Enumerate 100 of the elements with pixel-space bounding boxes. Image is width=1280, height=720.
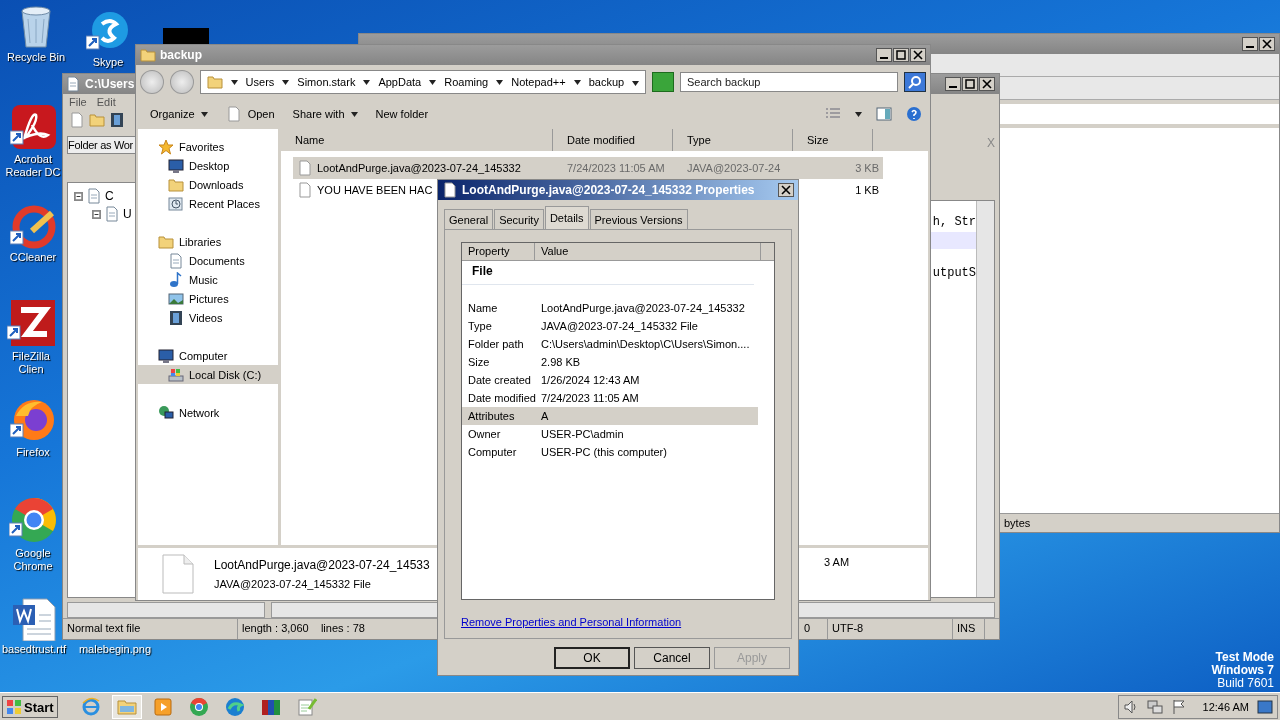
property-row[interactable]: Size 2.98 KB — [462, 353, 758, 371]
scrollbar[interactable] — [976, 201, 994, 597]
tree-item[interactable]: C — [105, 189, 114, 203]
toolbar-button[interactable]: Organize — [144, 106, 214, 122]
toolbar-button[interactable]: Open — [219, 104, 281, 124]
column-header[interactable]: Date modified — [553, 129, 673, 151]
nav-item[interactable]: Pictures — [138, 289, 278, 308]
caret-icon — [855, 111, 862, 117]
scrollbar[interactable] — [67, 602, 265, 618]
collapse-toggle[interactable] — [74, 191, 83, 201]
desktop-icon-label[interactable]: FileZilla Clien — [0, 350, 62, 376]
ring-icon — [188, 697, 209, 717]
close-button[interactable] — [979, 77, 995, 91]
maximize-button[interactable] — [893, 48, 909, 62]
caret-icon — [200, 111, 208, 117]
code-line: utputS — [932, 266, 976, 280]
preview-pane-icon[interactable] — [876, 106, 892, 122]
desktop-icon-label[interactable]: CCleaner — [9, 251, 57, 264]
property-value: USER-PC\admin — [541, 428, 624, 440]
desktop-icon-label[interactable]: Firefox — [16, 446, 50, 459]
property-name: Date modified — [467, 392, 537, 404]
start-button[interactable]: Start — [2, 696, 58, 718]
collapse-toggle[interactable] — [92, 209, 101, 219]
desktop-icon-label[interactable]: Recycle Bin — [6, 51, 66, 64]
flag-icon[interactable] — [1170, 699, 1187, 715]
nav-item[interactable]: Downloads — [138, 175, 278, 194]
show-desktop-icon[interactable] — [1257, 699, 1273, 715]
breadcrumb-item[interactable]: Notepad++ — [511, 76, 566, 88]
star-icon — [158, 138, 174, 155]
minimize-button[interactable] — [945, 77, 961, 91]
close-icon — [1262, 39, 1272, 49]
maximize-button[interactable] — [962, 77, 978, 91]
menu-item[interactable]: Edit — [96, 96, 116, 108]
close-button[interactable] — [1259, 37, 1275, 51]
menu-item[interactable]: File — [69, 96, 87, 108]
nav-item[interactable]: Videos — [138, 308, 278, 327]
file-name: LootAndPurge.java@2023-07-24_14533 — [214, 558, 431, 572]
column-header[interactable]: Name — [281, 129, 553, 151]
file-row[interactable]: LootAndPurge.java@2023-07-24_145332 7/24/2023 11:05 AM JAVA@2023-07-24 3 KB — [293, 157, 883, 179]
clock[interactable]: 12:46 AM — [1202, 701, 1249, 713]
property-row[interactable]: Date created 1/26/2024 12:43 AM — [462, 371, 758, 389]
tab[interactable]: Previous Versions — [589, 209, 688, 229]
toolbar-button[interactable]: Share with — [286, 106, 364, 122]
column-header[interactable]: Property — [462, 243, 535, 260]
breadcrumb-item[interactable]: Simon.stark — [297, 76, 356, 88]
nav-item[interactable]: Computer — [138, 346, 278, 365]
property-name: Type — [467, 320, 493, 332]
network-icon[interactable] — [1146, 699, 1163, 715]
tree-item[interactable]: U — [123, 207, 132, 221]
dialog-button[interactable]: OK — [554, 647, 630, 669]
property-row[interactable]: Name LootAndPurge.java@2023-07-24_145332 — [462, 299, 758, 317]
column-header[interactable]: Value — [535, 243, 761, 260]
desktop-icon-label[interactable]: Skype — [92, 56, 124, 69]
tab[interactable]: Security — [494, 209, 544, 229]
drive-icon — [168, 366, 184, 383]
tab[interactable]: Details — [544, 206, 589, 229]
monitor-icon — [168, 157, 184, 174]
help-icon[interactable] — [906, 106, 922, 122]
breadcrumb-item[interactable]: Users — [245, 76, 275, 88]
column-header[interactable]: Size — [793, 129, 873, 151]
tab[interactable]: General — [444, 209, 494, 229]
search-button[interactable] — [904, 72, 926, 92]
speaker-icon[interactable] — [1122, 699, 1139, 715]
minimize-button[interactable] — [876, 48, 892, 62]
file-name: LootAndPurge.java@2023-07-24_145332 — [317, 162, 521, 174]
breadcrumb-item[interactable]: backup — [588, 76, 625, 88]
property-row[interactable]: Attributes A — [462, 407, 758, 425]
dark-panel — [163, 28, 209, 44]
breadcrumb-item[interactable]: Roaming — [444, 76, 489, 88]
property-row[interactable]: Folder path C:\Users\admin\Desktop\C\Users\Simon.... — [462, 335, 758, 353]
toolbar-button[interactable]: New folder — [369, 106, 435, 122]
system-notice: Test Mode — [1214, 651, 1274, 664]
file-icon — [69, 112, 85, 128]
nav-item[interactable]: Music — [138, 270, 278, 289]
desktop-icon-label[interactable]: Google Chrome — [5, 547, 61, 573]
nav-item[interactable]: Documents — [138, 251, 278, 270]
column-header[interactable]: Type — [673, 129, 793, 151]
desktop-icon-label[interactable]: basedtrust.rtf — [1, 643, 67, 656]
close-button[interactable] — [910, 48, 926, 62]
folder-icon — [89, 112, 105, 128]
close-button[interactable] — [778, 183, 794, 197]
nav-item[interactable]: Recent Places — [138, 194, 278, 213]
search-field[interactable]: Search backup — [687, 74, 892, 90]
caret-icon — [350, 111, 358, 117]
nav-item[interactable]: Network — [138, 403, 278, 422]
nav-item[interactable]: Local Disk (C:) — [138, 365, 278, 384]
film-icon — [168, 309, 184, 326]
search-box[interactable]: Search backup — [680, 72, 899, 92]
nav-item[interactable]: Libraries — [138, 232, 278, 251]
dialog-button[interactable]: Cancel — [634, 647, 710, 669]
desktop-icon-label[interactable]: Acrobat Reader DC — [5, 153, 61, 179]
property-row[interactable]: Date modified 7/24/2023 11:05 AM — [462, 389, 758, 407]
property-row[interactable]: Owner USER-PC\admin — [462, 425, 758, 443]
status-field: INS — [953, 619, 985, 639]
nav-item[interactable]: Desktop — [138, 156, 278, 175]
address-bar[interactable]: Users Simon.stark AppData Roaming Notepad++ backup — [199, 70, 647, 94]
minimize-button[interactable] — [1242, 37, 1258, 51]
property-row[interactable]: Type JAVA@2023-07-24_145332 File — [462, 317, 758, 335]
property-row[interactable]: Computer USER-PC (this computer) — [462, 443, 758, 461]
breadcrumb-item[interactable]: AppData — [378, 76, 422, 88]
